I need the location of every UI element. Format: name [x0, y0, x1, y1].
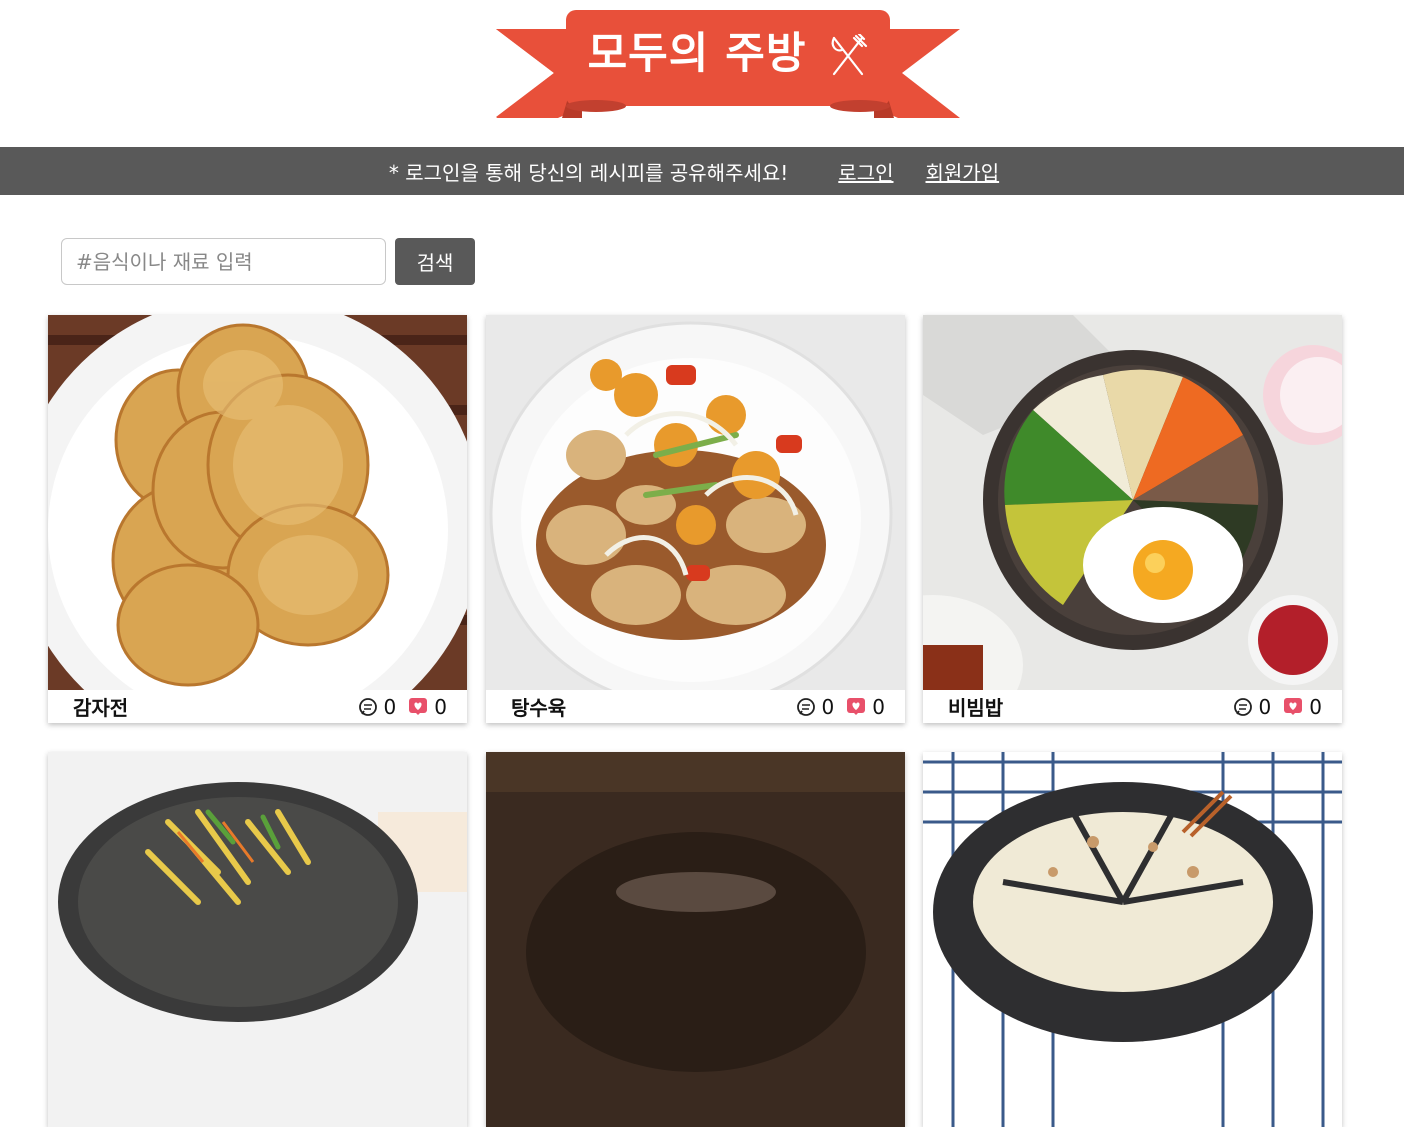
recipe-footer: 탕수육 0 0 — [486, 690, 905, 723]
comment-icon — [358, 697, 377, 716]
like-count: 0 — [1283, 695, 1322, 719]
logo-title: 모두의 주방 — [587, 29, 807, 79]
recipe-image[interactable] — [48, 315, 467, 690]
recipe-title[interactable]: 감자전 — [73, 692, 346, 721]
recipe-title[interactable]: 비빔밥 — [948, 692, 1221, 721]
potato-pancake-photo — [48, 315, 467, 690]
potato-stirfry-photo — [48, 752, 467, 1127]
heart-icon[interactable] — [408, 697, 428, 717]
recipe-image[interactable] — [923, 752, 1342, 1127]
site-logo[interactable]: 모두의 주방 — [496, 10, 960, 120]
search-input[interactable] — [61, 238, 386, 285]
like-count-value: 0 — [434, 694, 447, 719]
search-button[interactable]: 검색 — [395, 238, 475, 285]
recipe-image[interactable] — [923, 315, 1342, 690]
like-count: 0 — [408, 695, 447, 719]
comment-count-value: 0 — [383, 694, 397, 719]
recipe-image[interactable] — [48, 752, 467, 1127]
recipe-footer: 비빔밥 0 0 — [923, 690, 1342, 723]
recipe-image[interactable] — [486, 752, 905, 1127]
recipe-card[interactable] — [48, 752, 467, 1127]
recipe-card[interactable] — [923, 752, 1342, 1127]
dark-bowl-photo — [486, 752, 905, 1127]
recipe-card[interactable]: 탕수육 0 0 — [486, 315, 905, 723]
pizza-pancake-photo — [923, 752, 1342, 1127]
comment-icon — [796, 697, 815, 716]
comment-count-value: 0 — [821, 694, 835, 719]
signup-link[interactable]: 회원가입 — [926, 157, 1000, 186]
fork-knife-icon — [831, 34, 868, 76]
sweet-sour-pork-photo — [486, 315, 905, 690]
login-notice: * 로그인을 통해 당신의 레시피를 공유해주세요! — [388, 160, 789, 185]
site-header: 모두의 주방 — [0, 0, 1404, 147]
comment-count: 0 — [1233, 694, 1272, 719]
like-count: 0 — [846, 695, 885, 719]
heart-icon[interactable] — [1283, 697, 1303, 717]
comment-icon — [1233, 697, 1252, 716]
comment-count: 0 — [358, 694, 397, 719]
recipe-card[interactable]: 감자전 0 0 — [48, 315, 467, 723]
recipe-title[interactable]: 탕수육 — [511, 692, 784, 721]
heart-icon[interactable] — [846, 697, 866, 717]
recipe-card[interactable] — [486, 752, 905, 1127]
recipe-image[interactable] — [486, 315, 905, 690]
like-count-value: 0 — [1309, 694, 1322, 719]
top-nav-bar: * 로그인을 통해 당신의 레시피를 공유해주세요! 로그인 회원가입 — [0, 147, 1404, 195]
login-link[interactable]: 로그인 — [838, 157, 893, 186]
comment-count-value: 0 — [1258, 694, 1272, 719]
search-bar: 검색 — [61, 238, 475, 285]
recipe-footer: 감자전 0 0 — [48, 690, 467, 723]
like-count-value: 0 — [872, 694, 885, 719]
bibimbap-photo — [923, 315, 1342, 690]
recipe-card[interactable]: 비빔밥 0 0 — [923, 315, 1342, 723]
comment-count: 0 — [796, 694, 835, 719]
